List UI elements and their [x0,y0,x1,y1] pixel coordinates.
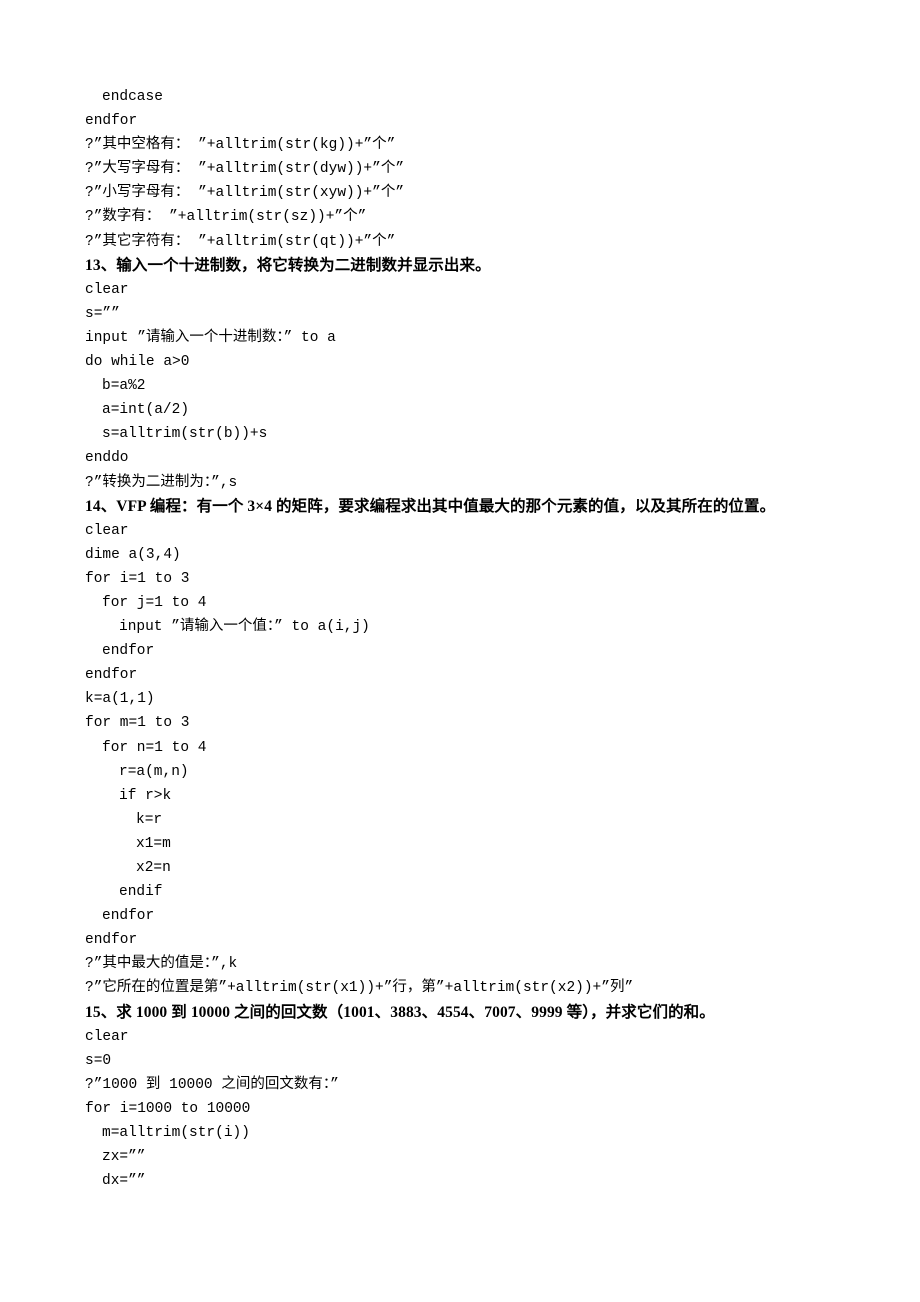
code-line: ?”数字有： ”+alltrim(str(sz))+”个” [85,209,367,226]
code-line: ?”其中空格有： ”+alltrim(str(kg))+”个” [85,137,396,154]
code-line: endcase [102,89,163,105]
code-line: ?”大写字母有： ”+alltrim(str(dyw))+”个” [85,161,405,178]
code-line: endfor [85,932,138,949]
code-line: m=alltrim(str(i)) [102,1125,250,1142]
code-line: endfor [102,908,155,925]
document-body: endcase endfor ?”其中空格有： ”+alltrim(str(kg))… [85,85,865,1193]
code-line: if r>k [119,787,172,804]
code-line: ?”其中最大的值是：”,k [85,956,238,973]
code-line: enddo [85,450,129,467]
code-line: ?”1000 到 10000 之间的回文数有：” [85,1076,339,1093]
code-line: a=int(a/2) [102,402,190,419]
code-line: s=0 [85,1052,112,1069]
code-line: r=a(m,n) [119,763,189,780]
code-line: ?”小写字母有： ”+alltrim(str(xyw))+”个” [85,185,405,202]
code-line: k=a(1,1) [85,691,155,708]
code-line: for n=1 to 4 [102,739,207,756]
code-line: for i=1000 to 10000 [85,1100,251,1117]
code-line: for i=1 to 3 [85,570,190,587]
code-line: dx=”” [102,1173,146,1190]
question-heading: 15、求 1000 到 10000 之间的回文数（1001、3883、4554、… [85,1003,715,1021]
code-line: clear [85,281,129,298]
code-line: endif [119,884,163,901]
code-line: clear [85,1028,129,1045]
document-page: endcase endfor ?”其中空格有： ”+alltrim(str(kg))… [0,0,920,1302]
code-line: input ”请输入一个十进制数：” to a [85,329,336,346]
code-line: endfor [102,643,155,660]
code-line: do while a>0 [85,354,190,371]
code-line: x1=m [136,835,171,852]
code-line: b=a%2 [102,378,146,395]
code-line: zx=”” [102,1149,146,1166]
code-line: x2=n [136,860,171,876]
code-line: endfor [85,667,138,684]
code-line: dime a(3,4) [85,546,181,563]
code-line: clear [85,522,129,539]
question-heading: 13、输入一个十进制数，将它转换为二进制数并显示出来。 [85,256,491,274]
code-line: s=alltrim(str(b))+s [102,426,268,443]
code-line: for m=1 to 3 [85,715,190,732]
code-line: s=”” [85,305,120,322]
code-line: for j=1 to 4 [102,594,207,611]
code-line: endfor [85,113,138,130]
question-heading: 14、VFP 编程：有一个 3×4 的矩阵，要求编程求出其中值最大的那个元素的值… [85,497,776,515]
code-line: ?”其它字符有： ”+alltrim(str(qt))+”个” [85,233,396,250]
code-line: ?”转换为二进制为：”,s [85,474,238,491]
code-line: input ”请输入一个值：” to a(i,j) [119,619,370,636]
code-line: ?”它所在的位置是第”+alltrim(str(x1))+”行，第”+alltr… [85,980,634,997]
code-line: k=r [136,811,163,828]
